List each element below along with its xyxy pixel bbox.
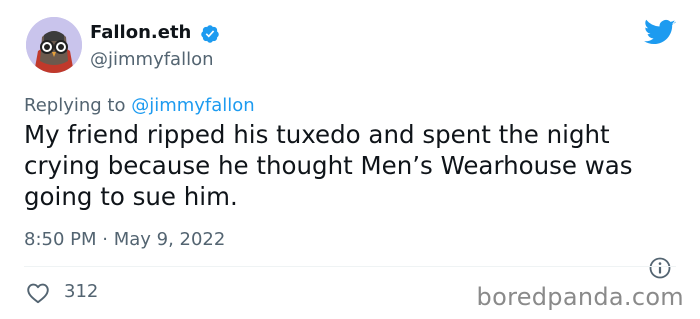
replying-to-prefix: Replying to <box>24 95 132 116</box>
like-count: 312 <box>64 281 99 302</box>
tweet-text: My friend ripped his tuxedo and spent th… <box>24 120 633 211</box>
twitter-bird-icon[interactable] <box>644 19 676 47</box>
heart-icon[interactable] <box>26 282 50 304</box>
divider <box>24 266 676 267</box>
owl-nft-avatar-icon <box>26 17 82 73</box>
verified-badge-icon <box>201 25 219 43</box>
handle[interactable]: @jimmyfallon <box>90 49 214 71</box>
tweet-timestamp[interactable]: 8:50 PM · May 9, 2022 <box>24 229 225 251</box>
info-icon[interactable] <box>648 256 672 280</box>
watermark: boredpanda.com <box>476 283 684 311</box>
reply-mention-link[interactable]: @jimmyfallon <box>131 95 255 116</box>
replying-to: Replying to @jimmyfallon <box>24 95 255 117</box>
display-name[interactable]: Fallon.eth <box>90 22 191 44</box>
avatar[interactable] <box>26 17 82 73</box>
